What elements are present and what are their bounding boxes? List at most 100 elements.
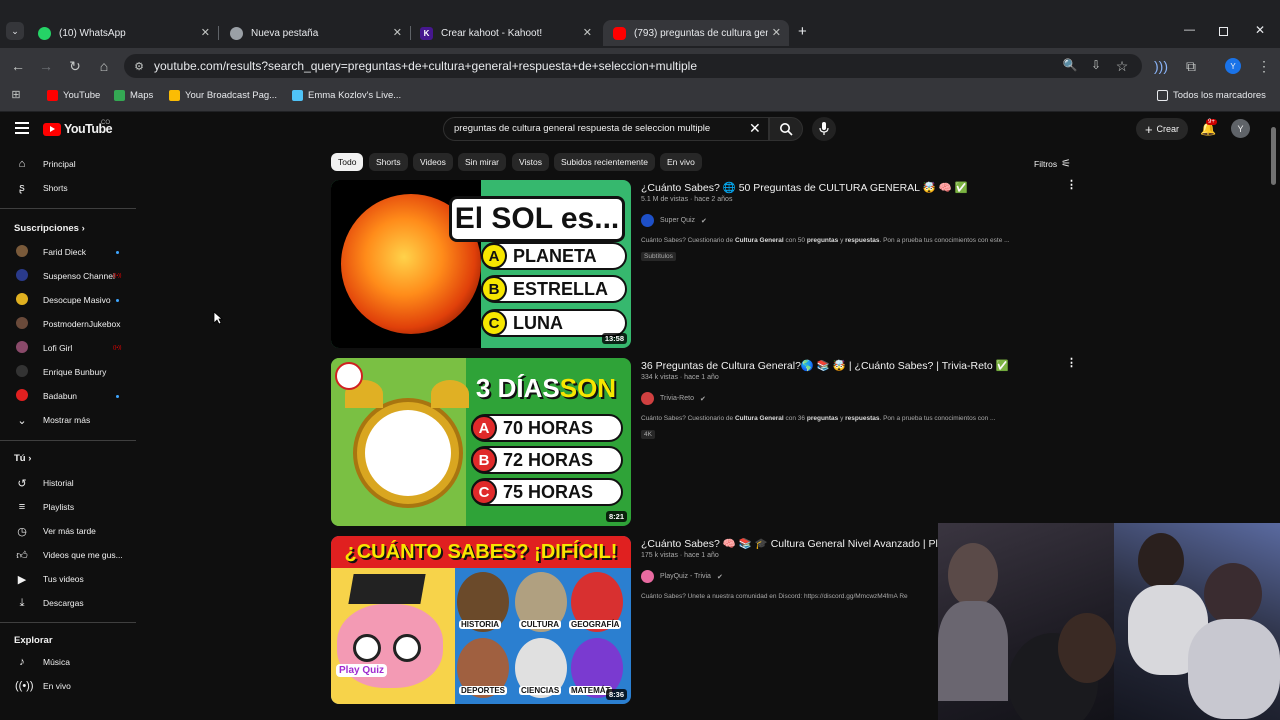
chip-subidos-recientemente[interactable]: Subidos recientemente: [554, 153, 655, 171]
zoom-icon[interactable]: 🔍: [1062, 58, 1078, 72]
create-button[interactable]: + Crear: [1136, 118, 1188, 140]
sidebar-sub-lofi-girl[interactable]: Lofi Girl ((•)): [0, 336, 136, 360]
minimize-icon[interactable]: —: [1184, 24, 1195, 36]
channel-avatar: [15, 364, 29, 380]
all-bookmarks[interactable]: Todos los marcadores: [1157, 90, 1266, 101]
video-description: Cuánto Sabes? Cuestionario de Cultura Ge…: [641, 415, 995, 422]
tab-new-tab[interactable]: Nueva pestaña ✕: [220, 20, 410, 46]
chip-sin-mirar[interactable]: Sin mirar: [458, 153, 507, 171]
search-icon: [780, 123, 793, 136]
sidebar-sub-postmodernjukebox[interactable]: PostmodernJukebox: [0, 312, 136, 336]
apps-grid-icon[interactable]: ⊞: [8, 88, 24, 101]
channel-link[interactable]: Trivia-Reto ✔: [641, 392, 706, 405]
alarm-clock-image: [331, 358, 469, 526]
tab-kahoot[interactable]: K Crear kahoot - Kahoot! ✕: [410, 20, 600, 46]
thumb-headline: ¿CUÁNTO SABES? ¡DIFÍCIL!: [331, 536, 631, 568]
tab-whatsapp[interactable]: (10) WhatsApp ✕: [28, 20, 218, 46]
tab-title: (793) preguntas de cultura gene: [634, 27, 768, 39]
video-description: Cuánto Sabes? Cuestionario de Cultura Ge…: [641, 237, 1010, 244]
more-options-icon[interactable]: ⋮: [1066, 356, 1077, 369]
chip-videos[interactable]: Videos: [413, 153, 453, 171]
sidebar-show-more[interactable]: ⌄ Mostrar más: [0, 408, 136, 432]
more-options-icon[interactable]: ⋮: [1066, 178, 1077, 191]
extension-audio-icon[interactable]: ))): [1153, 58, 1169, 74]
chevron-right-icon: ›: [81, 223, 85, 234]
close-tab-icon[interactable]: ✕: [583, 26, 592, 39]
account-avatar[interactable]: Y: [1231, 119, 1250, 138]
option-text: ESTRELLA: [513, 278, 609, 299]
clear-search-icon[interactable]: ✕: [749, 120, 761, 137]
category-label: GEOGRAFÍA: [569, 620, 622, 629]
forward-icon[interactable]: →: [38, 58, 54, 74]
channel-link[interactable]: Super Quiz ✔: [641, 214, 707, 227]
subscriptions-heading[interactable]: Suscripciones ›: [14, 223, 85, 234]
video-thumbnail-1[interactable]: El SOL es... A PLANETA B ESTRELLA C LUNA 13…: [331, 180, 631, 348]
bookmark-star-icon[interactable]: ☆: [1114, 58, 1130, 75]
chip-vistos[interactable]: Vistos: [512, 153, 549, 171]
create-label: Crear: [1156, 124, 1180, 134]
video-thumbnail-2[interactable]: 3 DÍAS SON A 70 HORAS B 72 HORAS C 75 HORAS…: [331, 358, 631, 526]
bookmark-maps[interactable]: Maps: [114, 90, 153, 101]
bookmark-broadcast[interactable]: Your Broadcast Pag...: [169, 90, 277, 101]
hamburger-menu-icon[interactable]: [15, 122, 29, 134]
search-query-text[interactable]: preguntas de cultura general respuesta d…: [454, 123, 710, 134]
close-tab-icon[interactable]: ✕: [393, 26, 402, 39]
sidebar-item-shorts[interactable]: ʂ Shorts: [0, 176, 136, 200]
filters-button[interactable]: Filtros ⚟: [1034, 157, 1071, 170]
sidebar-sub-suspenso-channel[interactable]: Suspenso Channel ((•)): [0, 264, 136, 288]
search-button[interactable]: [769, 117, 803, 141]
chip-shorts[interactable]: Shorts: [369, 153, 408, 171]
close-tab-icon[interactable]: ✕: [201, 26, 210, 39]
bookmark-youtube[interactable]: YouTube: [47, 90, 100, 101]
chip-todo[interactable]: Todo: [331, 153, 364, 171]
new-tab-plus-icon[interactable]: +: [798, 23, 807, 40]
channel-link[interactable]: PlayQuiz - Trivia ✔: [641, 570, 723, 583]
sidebar-item-ver-mas-tarde[interactable]: ◷ Ver más tarde: [0, 519, 136, 543]
bookmark-label: Your Broadcast Pag...: [185, 90, 278, 101]
desc-bold: Cultura General: [734, 237, 784, 244]
scrollbar-thumb[interactable]: [1271, 127, 1276, 185]
new-content-dot: [116, 395, 119, 398]
sidebar-sub-badabun[interactable]: Badabun: [0, 384, 136, 408]
url-text[interactable]: youtube.com/results?search_query=pregunt…: [154, 59, 697, 73]
chip-en-vivo[interactable]: En vivo: [660, 153, 702, 171]
extensions-puzzle-icon[interactable]: ⧉: [1183, 58, 1199, 75]
video-title[interactable]: ¿Cuánto Sabes? 🧠 📚 🎓 Cultura General Niv…: [641, 537, 938, 550]
close-tab-icon[interactable]: ✕: [772, 26, 781, 39]
install-app-icon[interactable]: ⇩: [1088, 58, 1104, 72]
back-icon[interactable]: ←: [10, 58, 26, 74]
restore-icon[interactable]: [1219, 27, 1228, 36]
sidebar-sub-desocupe-masivo[interactable]: Desocupe Masivo: [0, 288, 136, 312]
sidebar-item-musica[interactable]: ♪ Música: [0, 650, 136, 674]
voice-search-button[interactable]: [812, 117, 836, 141]
music-icon: ♪: [19, 656, 25, 668]
desc-bold: respuestas: [845, 415, 880, 422]
sidebar-item-historial[interactable]: ↺ Historial: [0, 471, 136, 495]
video-title[interactable]: ¿Cuánto Sabes? 🌐 50 Preguntas de CULTURA…: [641, 181, 968, 194]
you-heading[interactable]: Tú ›: [14, 453, 31, 464]
tab-youtube-active[interactable]: (793) preguntas de cultura gene ✕: [603, 20, 789, 46]
bookmark-emma[interactable]: Emma Kozlov's Live...: [292, 90, 401, 101]
sidebar-sub-enrique-bunbury[interactable]: Enrique Bunbury: [0, 360, 136, 384]
sidebar-item-playlists[interactable]: ≡ Playlists: [0, 495, 136, 519]
close-window-icon[interactable]: ✕: [1255, 23, 1265, 37]
sidebar-label: Ver más tarde: [43, 526, 96, 536]
sidebar-item-liked-videos[interactable]: 👍︎ Videos que me gus...: [0, 543, 136, 567]
bookmark-label: Todos los marcadores: [1173, 90, 1266, 101]
reload-icon[interactable]: ↻: [67, 58, 83, 75]
profile-avatar[interactable]: Y: [1225, 58, 1241, 74]
live-icon: ((•)): [15, 680, 34, 692]
video-title[interactable]: 36 Preguntas de Cultura General?🌎 📚 🤯 | …: [641, 359, 1009, 372]
sidebar-item-tus-videos[interactable]: ▶ Tus videos: [0, 567, 136, 591]
sidebar-item-en-vivo[interactable]: ((•)) En vivo: [0, 674, 136, 698]
sidebar-item-descargas[interactable]: ⤓ Descargas: [0, 591, 136, 615]
video-thumbnail-3[interactable]: ¿CUÁNTO SABES? ¡DIFÍCIL! Play Quiz HISTO…: [331, 536, 631, 704]
sidebar-sub-farid-dieck[interactable]: Farid Dieck: [0, 240, 136, 264]
mouse-cursor-icon: [213, 311, 223, 325]
tab-search-button[interactable]: ⌄: [6, 22, 24, 40]
sidebar-item-principal[interactable]: ⌂ Principal: [0, 152, 136, 176]
option-letter: C: [481, 310, 507, 336]
home-icon[interactable]: ⌂: [96, 58, 112, 74]
menu-dots-icon[interactable]: ⋮: [1256, 58, 1272, 75]
site-info-icon[interactable]: ⚙: [131, 60, 147, 73]
